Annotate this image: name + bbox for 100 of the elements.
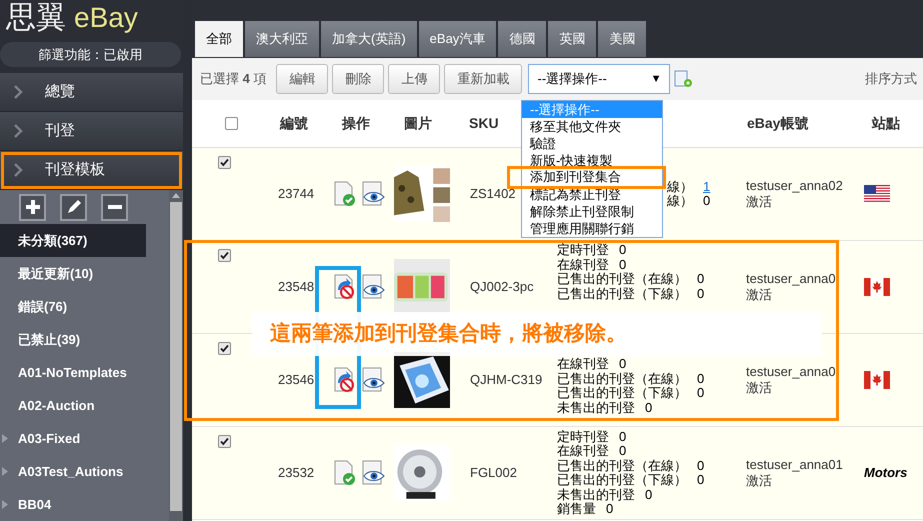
toolbar-button[interactable]: 編輯 — [276, 64, 328, 94]
table-cell-text: QJHM-C319 — [470, 371, 542, 390]
category-item[interactable]: BB04 — [0, 488, 146, 521]
column-header[interactable]: 站點 — [864, 113, 923, 134]
stat-value: 0 — [697, 386, 704, 400]
tab[interactable]: 加拿大(英語) — [321, 21, 417, 57]
stat-value: 0 — [606, 502, 614, 516]
stat-label: 定時刊登 — [557, 243, 609, 258]
tab[interactable]: 德國 — [498, 21, 546, 57]
table-cell-text: 23548 — [278, 278, 314, 296]
settings-document-icon[interactable] — [674, 69, 694, 89]
toolbar-button[interactable]: 刪除 — [332, 64, 384, 94]
menu-option[interactable]: 添加到刊登集合 — [507, 166, 666, 189]
stat-label: 在線刊登 — [557, 258, 609, 272]
sort-label: 排序方式 — [865, 70, 917, 88]
tab[interactable]: 英國 — [548, 21, 596, 57]
stat-label: 在線刊登 — [557, 444, 609, 458]
tab[interactable]: 全部 — [195, 21, 243, 57]
menu-option[interactable]: 移至其他文件夾 — [522, 118, 662, 135]
stat-label: 已售出的刊登（下線） — [557, 386, 687, 400]
tab[interactable]: 美國 — [598, 21, 646, 57]
stat-value: 0 — [619, 444, 626, 458]
stat-value: 0 — [619, 258, 626, 272]
menu-option[interactable]: 驗證 — [522, 135, 662, 152]
tab[interactable]: eBay汽車 — [418, 21, 496, 57]
minus-icon[interactable] — [101, 194, 128, 220]
verified-document-icon[interactable] — [332, 460, 358, 486]
column-header[interactable]: 編號 — [270, 113, 332, 134]
stat-link[interactable]: 1 — [703, 180, 710, 194]
stat-label: 已售出的刊登（在線） — [557, 372, 687, 386]
stat-value: 0 — [697, 372, 704, 386]
table-cell-text: 23532 — [278, 464, 314, 482]
menu-option[interactable]: 標記為禁止刊登 — [522, 186, 662, 203]
column-header[interactable]: 操作 — [332, 113, 394, 134]
stat-value: 0 — [619, 243, 626, 258]
account-status: 激活 — [746, 380, 773, 396]
toolbar-button[interactable]: 上傳 — [388, 64, 440, 94]
nav-item[interactable]: 總覽 — [0, 73, 183, 112]
category-item[interactable]: A01-NoTemplates — [0, 356, 146, 389]
category-item[interactable]: 已禁止(39) — [0, 323, 146, 356]
checkbox[interactable] — [218, 156, 231, 169]
eye-icon[interactable] — [361, 460, 387, 486]
stat-label: 線） — [667, 194, 693, 208]
stat-value: 0 — [619, 357, 626, 372]
menu-option[interactable]: 管理應用關聯行銷 — [522, 220, 662, 237]
stat-value: 0 — [697, 272, 704, 286]
category-item[interactable]: A03Test_Autions — [0, 455, 146, 488]
chevron-icon — [14, 163, 23, 177]
account-name: testuser_anna0 — [746, 364, 837, 380]
category-item[interactable]: A02-Auction — [0, 389, 146, 422]
eye-icon[interactable] — [361, 181, 387, 207]
toolbar-button[interactable]: 重新加載 — [444, 64, 522, 94]
stat-label: 未售出的刊登 — [557, 400, 635, 415]
account-status: 激活 — [746, 473, 773, 489]
eye-icon[interactable] — [361, 367, 387, 393]
checkbox[interactable] — [218, 435, 231, 448]
stat-value: 0 — [703, 194, 710, 208]
pencil-icon[interactable] — [60, 194, 87, 220]
scrollbar[interactable] — [169, 190, 183, 521]
category-item[interactable]: A03-Fixed — [0, 422, 146, 455]
account-status: 激活 — [746, 287, 773, 303]
stat-value: 0 — [697, 286, 704, 301]
site-label: Motors — [864, 464, 908, 482]
account-name: testuser_anna02 — [746, 178, 844, 194]
verified-document-icon[interactable] — [332, 181, 358, 207]
stat-label: 已售出的刊登（在線） — [557, 272, 687, 286]
checkbox[interactable] — [224, 117, 238, 130]
checkbox[interactable] — [218, 249, 231, 262]
nav-item[interactable]: 刊登 — [0, 112, 183, 151]
chevron-icon — [14, 85, 23, 99]
menu-option[interactable]: 新版-快速複製 — [522, 152, 662, 169]
category-item[interactable]: 錯誤(76) — [0, 290, 146, 323]
eye-icon[interactable] — [361, 274, 387, 300]
action-select[interactable]: --選擇操作-- ▼ — [528, 64, 670, 94]
logo-text: 思翼 — [6, 3, 66, 34]
tab[interactable]: 澳大利亞 — [245, 21, 319, 57]
checkbox[interactable] — [218, 342, 231, 355]
stat-label: 銷售量 — [557, 502, 596, 516]
category-item[interactable]: 最近更新(10) — [0, 257, 146, 290]
account-name: testuser_anna0 — [746, 271, 837, 287]
scroll-up-icon[interactable] — [172, 193, 180, 198]
nav-item[interactable]: 刊登模板 — [0, 151, 183, 190]
category-item[interactable]: 未分類(367) — [0, 224, 146, 257]
column-header[interactable]: eBay帳號 — [739, 113, 864, 134]
plus-icon[interactable] — [19, 194, 46, 220]
chevron-icon — [14, 124, 23, 138]
stat-label: 未售出的刊登 — [557, 488, 635, 502]
stat-label: 已售出的刊登（下線） — [557, 473, 687, 488]
column-header[interactable]: 圖片 — [394, 113, 459, 134]
filter-status: 篩選功能：已啟用 — [0, 42, 181, 67]
table-cell-text: FGL002 — [470, 464, 517, 482]
menu-option[interactable]: 解除禁止刊登限制 — [522, 203, 662, 220]
selection-count: 已選擇 4 項 — [200, 70, 266, 88]
flag-icon — [864, 185, 890, 203]
flag-icon — [864, 371, 890, 389]
flag-icon — [864, 278, 890, 296]
stat-label: 在線刊登 — [557, 357, 609, 372]
table-cell-text: 23546 — [278, 371, 314, 390]
stat-label: 定時刊登 — [557, 430, 609, 444]
stat-value: 0 — [697, 458, 704, 473]
